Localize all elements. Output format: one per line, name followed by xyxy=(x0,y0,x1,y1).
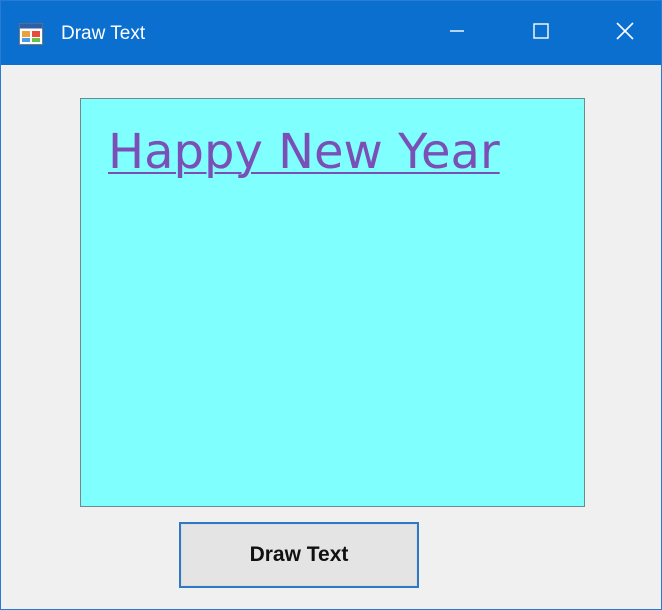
minimize-icon xyxy=(450,24,464,43)
maximize-icon xyxy=(533,22,549,44)
drawn-text: Happy New Year xyxy=(108,124,500,180)
minimize-button[interactable] xyxy=(421,1,493,65)
window-title: Draw Text xyxy=(61,23,146,44)
form-window: Draw Text Happy New Year Draw Text xyxy=(0,0,662,610)
draw-text-button[interactable]: Draw Text xyxy=(179,522,419,588)
close-icon xyxy=(616,21,634,45)
maximize-button[interactable] xyxy=(505,1,577,65)
application-icon xyxy=(19,23,43,45)
close-button[interactable] xyxy=(589,1,661,65)
title-bar[interactable]: Draw Text xyxy=(1,1,661,65)
drawing-panel: Happy New Year xyxy=(80,98,585,507)
